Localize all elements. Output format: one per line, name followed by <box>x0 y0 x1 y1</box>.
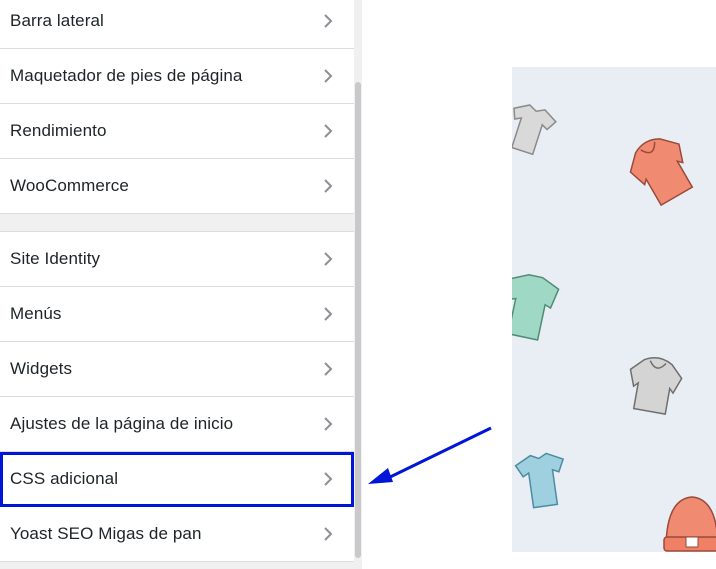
shirt-icon <box>512 274 560 341</box>
menu-item-label: Ajustes de la página de inicio <box>10 414 234 433</box>
menu-item-woocommerce[interactable]: WooCommerce <box>0 159 354 214</box>
customizer-sidebar: Barra lateral Maquetador de pies de pági… <box>0 0 362 569</box>
annotation-arrow-icon <box>368 426 492 484</box>
menu-item-label: Maquetador de pies de página <box>10 66 243 85</box>
menu-item-site-identity[interactable]: Site Identity <box>0 232 354 287</box>
site-preview-image <box>512 67 716 552</box>
beanie-icon <box>663 496 716 552</box>
chevron-right-icon <box>324 69 333 83</box>
menu-item-css-adicional[interactable]: CSS adicional <box>0 452 354 507</box>
menu-item-barra-lateral[interactable]: Barra lateral <box>0 0 354 49</box>
menu-item-label: Widgets <box>10 359 73 378</box>
chevron-right-icon <box>324 307 333 321</box>
tshirt-icon <box>514 452 565 509</box>
menu-item-rendimiento[interactable]: Rendimiento <box>0 104 354 159</box>
clothing-illustration <box>512 104 716 552</box>
menu-item-label: WooCommerce <box>10 176 129 195</box>
menu-item-label: Barra lateral <box>10 11 104 30</box>
chevron-right-icon <box>324 417 333 431</box>
hoodie-icon <box>629 357 683 415</box>
menu-item-label: Yoast SEO Migas de pan <box>10 524 202 543</box>
menu-item-label: Rendimiento <box>10 121 107 140</box>
menu-item-maquetador[interactable]: Maquetador de pies de página <box>0 49 354 104</box>
menu-item-label: Site Identity <box>10 249 101 268</box>
hoodie-icon <box>629 138 694 207</box>
panel-group-theme: Barra lateral Maquetador de pies de pági… <box>0 0 354 214</box>
menu-item-ajustes-pagina-inicio[interactable]: Ajustes de la página de inicio <box>0 397 354 452</box>
chevron-right-icon <box>324 252 333 266</box>
menu-item-menus[interactable]: Menús <box>0 287 354 342</box>
menu-item-label: CSS adicional <box>10 469 119 488</box>
panel-group-core: Site Identity Menús Widgets Ajustes de l… <box>0 231 354 562</box>
chevron-right-icon <box>324 362 333 376</box>
chevron-right-icon <box>324 527 333 541</box>
menu-item-widgets[interactable]: Widgets <box>0 342 354 397</box>
chevron-right-icon <box>324 124 333 138</box>
tshirt-icon <box>512 104 557 156</box>
scrollbar-thumb[interactable] <box>355 82 361 558</box>
menu-item-yoast-migas[interactable]: Yoast SEO Migas de pan <box>0 507 354 562</box>
chevron-right-icon <box>324 472 333 486</box>
chevron-right-icon <box>324 179 333 193</box>
menu-item-label: Menús <box>10 304 62 323</box>
chevron-right-icon <box>324 14 333 28</box>
